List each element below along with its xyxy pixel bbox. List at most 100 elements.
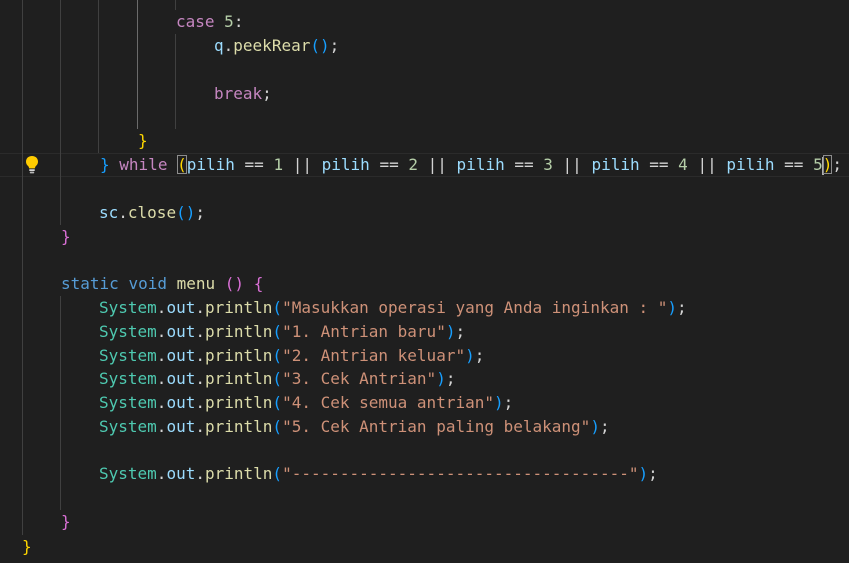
dot: .: [195, 464, 205, 483]
field-out: out: [166, 346, 196, 365]
code-line-menu-decl[interactable]: static void menu () {: [61, 272, 263, 296]
indent-guide: [22, 0, 23, 535]
field-out: out: [166, 464, 196, 483]
indent-guide-active: [137, 0, 138, 129]
class-system: System: [99, 346, 157, 365]
semicolon: ;: [474, 346, 485, 365]
paren-open-matched: (: [177, 155, 187, 174]
brace-close: }: [100, 155, 110, 174]
semicolon: ;: [832, 155, 842, 174]
method-println: println: [204, 464, 273, 483]
code-line-println[interactable]: System.out.println("4. Cek semua antrian…: [99, 391, 513, 415]
code-line-menu-close[interactable]: }: [61, 510, 71, 534]
paren-open: (: [272, 393, 283, 412]
code-line-main-close[interactable]: }: [61, 225, 71, 249]
paren-open: (: [224, 274, 235, 293]
operator-eq: ==: [649, 155, 669, 174]
keyword-while: while: [119, 155, 168, 174]
semicolon: ;: [329, 36, 340, 55]
brace-close: }: [61, 512, 71, 531]
code-line-peek-rear[interactable]: q.peekRear();: [214, 34, 339, 58]
operator-or: ||: [562, 155, 582, 174]
operator-eq: ==: [379, 155, 399, 174]
dot: .: [195, 298, 205, 317]
variable-pilih: pilih: [726, 155, 775, 174]
code-line-println[interactable]: System.out.println("Masukkan operasi yan…: [99, 296, 687, 320]
method-println: println: [204, 369, 273, 388]
code-line-switch-close[interactable]: }: [138, 129, 148, 153]
code-line-sc-close[interactable]: sc.close();: [99, 201, 205, 225]
code-line-println[interactable]: System.out.println("3. Cek Antrian");: [99, 367, 455, 391]
code-line-println[interactable]: System.out.println("2. Antrian keluar");: [99, 344, 484, 368]
string-literal: "4. Cek semua antrian": [282, 393, 494, 412]
method-menu: menu: [176, 274, 216, 293]
dot: .: [156, 464, 167, 483]
semicolon: ;: [503, 393, 514, 412]
paren-close-matched: ): [822, 155, 833, 174]
indent-guide: [175, 0, 176, 10]
paren-close: ): [465, 346, 475, 365]
dot: .: [195, 417, 205, 436]
paren-close: ): [185, 203, 196, 222]
semicolon: ;: [648, 464, 658, 483]
indent-guide: [175, 34, 176, 129]
brace-close: }: [138, 131, 148, 150]
method-println: println: [204, 417, 273, 436]
code-line-println[interactable]: System.out.println("1. Antrian baru");: [99, 320, 465, 344]
method-println: println: [204, 346, 273, 365]
paren-open: (: [272, 464, 283, 483]
colon: :: [233, 12, 244, 31]
method-println: println: [204, 393, 273, 412]
dot: .: [118, 203, 128, 222]
number-literal: 5: [224, 12, 234, 31]
code-line-break[interactable]: break;: [214, 82, 272, 106]
code-line-class-close[interactable]: }: [22, 535, 32, 559]
dot: .: [195, 393, 205, 412]
code-line-println[interactable]: System.out.println("--------------------…: [99, 462, 658, 486]
code-line-while[interactable]: } while (pilih == 1 || pilih == 2 || pil…: [100, 153, 842, 177]
semicolon: ;: [677, 298, 687, 317]
number-literal: 3: [543, 155, 553, 174]
string-literal: "3. Cek Antrian": [282, 369, 437, 388]
field-out: out: [166, 369, 196, 388]
paren-close: ): [319, 36, 330, 55]
semicolon: ;: [195, 203, 205, 222]
string-literal: "5. Cek Antrian paling belakang": [282, 417, 591, 436]
string-literal: "2. Antrian keluar": [282, 346, 466, 365]
paren-open: (: [272, 322, 283, 341]
indent-guide: [60, 0, 61, 225]
keyword-break: break: [214, 84, 263, 103]
method-peek-rear: peekRear: [233, 36, 311, 55]
paren-open: (: [176, 203, 186, 222]
variable-pilih: pilih: [321, 155, 370, 174]
dot: .: [156, 369, 167, 388]
paren-close: ): [436, 369, 446, 388]
code-line-println[interactable]: System.out.println("5. Cek Antrian palin…: [99, 415, 610, 439]
lightbulb-icon[interactable]: [24, 155, 40, 175]
dot: .: [156, 298, 167, 317]
variable-pilih: pilih: [591, 155, 640, 174]
code-line-case[interactable]: case 5:: [176, 10, 243, 34]
indent-guide: [98, 0, 99, 153]
method-println: println: [204, 298, 273, 317]
code-editor[interactable]: case 5: q.peekRear(); break; } } while (…: [0, 0, 849, 563]
class-system: System: [99, 464, 157, 483]
number-literal: 4: [678, 155, 688, 174]
field-out: out: [166, 417, 196, 436]
string-literal: "-----------------------------------": [282, 464, 639, 483]
paren-close: ): [667, 298, 678, 317]
field-out: out: [166, 393, 196, 412]
operator-eq: ==: [514, 155, 534, 174]
operator-or: ||: [292, 155, 312, 174]
operator-or: ||: [427, 155, 447, 174]
string-literal: "Masukkan operasi yang Anda inginkan : ": [282, 298, 668, 317]
method-println: println: [204, 322, 273, 341]
indent-guide: [60, 296, 61, 510]
variable-sc: sc: [99, 203, 119, 222]
brace-open: {: [253, 274, 264, 293]
paren-close: ): [493, 393, 504, 412]
number-literal: 2: [408, 155, 418, 174]
dot: .: [156, 417, 167, 436]
class-system: System: [99, 322, 157, 341]
class-system: System: [99, 417, 157, 436]
